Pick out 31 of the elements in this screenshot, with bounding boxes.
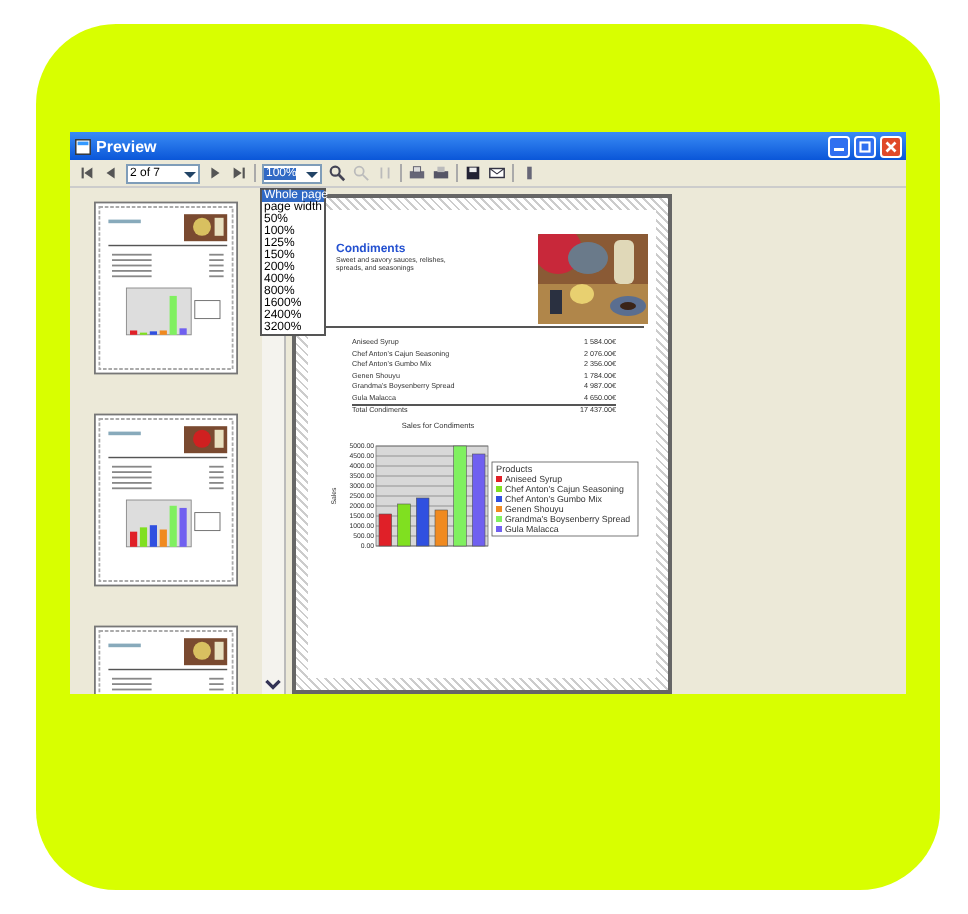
zoom-icon[interactable] xyxy=(328,164,346,182)
mail-icon[interactable] xyxy=(488,164,506,182)
legend-swatch xyxy=(496,505,502,511)
chart-bar xyxy=(397,502,411,546)
window-icon xyxy=(74,137,92,155)
close-icon xyxy=(882,137,900,155)
legend-swatch xyxy=(496,475,502,481)
close-button[interactable] xyxy=(880,135,902,157)
last-page-icon[interactable] xyxy=(230,164,248,182)
maximize-icon xyxy=(856,137,874,155)
chart-bar xyxy=(453,444,467,546)
chart-bar xyxy=(378,512,392,546)
window-title: Preview xyxy=(96,137,159,155)
legend-swatch xyxy=(496,515,502,521)
maximize-button[interactable] xyxy=(854,135,876,157)
chart-bar xyxy=(472,452,486,546)
legend-swatch xyxy=(496,485,502,491)
page-thumbnail[interactable] xyxy=(94,408,238,592)
chart-bar xyxy=(434,508,448,546)
page-thumbnail[interactable] xyxy=(94,196,238,380)
legend-swatch xyxy=(496,495,502,501)
save-icon[interactable] xyxy=(464,164,482,182)
print-setup-icon[interactable] xyxy=(432,164,450,182)
legend-swatch xyxy=(496,525,502,531)
print-icon[interactable] xyxy=(408,164,426,182)
minimize-icon xyxy=(834,148,844,151)
previous-page-icon[interactable] xyxy=(102,164,120,182)
first-page-icon[interactable] xyxy=(78,164,96,182)
chart-bar xyxy=(416,496,430,546)
minimize-button[interactable] xyxy=(828,135,850,157)
next-page-icon[interactable] xyxy=(206,164,224,182)
